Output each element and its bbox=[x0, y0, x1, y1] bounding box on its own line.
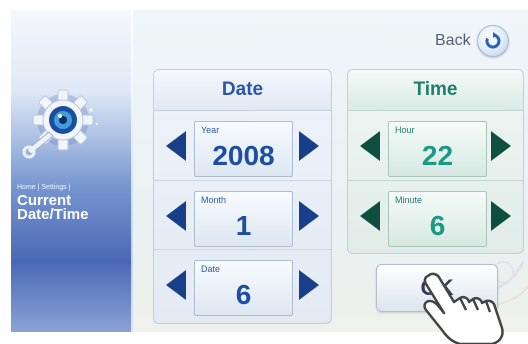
breadcrumb[interactable]: Home | Settings | bbox=[17, 184, 70, 191]
date-panel-title: Date bbox=[154, 70, 331, 111]
hour-label: Hour bbox=[395, 125, 415, 135]
minute-label: Minute bbox=[395, 195, 423, 205]
minute-decrement-left-arrow-icon[interactable] bbox=[360, 201, 380, 231]
month-label: Month bbox=[201, 195, 227, 205]
minute-increment-right-arrow-icon[interactable] bbox=[491, 201, 511, 231]
pointing-hand-icon bbox=[423, 272, 504, 344]
day-decrement-left-arrow-icon[interactable] bbox=[166, 270, 186, 300]
time-panel-title: Time bbox=[348, 70, 523, 111]
day-field: Date 6 bbox=[194, 260, 293, 316]
minute-field: Minute 6 bbox=[388, 191, 487, 247]
month-field: Month 1 bbox=[194, 191, 293, 247]
month-row: Month 1 bbox=[154, 180, 331, 249]
back-label: Back bbox=[435, 32, 471, 49]
day-label: Date bbox=[201, 264, 221, 274]
day-increment-right-arrow-icon[interactable] bbox=[299, 270, 319, 300]
day-row: Date 6 bbox=[154, 249, 331, 318]
back-button[interactable]: Back bbox=[435, 25, 528, 57]
hour-decrement-left-arrow-icon[interactable] bbox=[360, 131, 380, 161]
hour-field: Hour 22 bbox=[388, 121, 487, 177]
month-increment-right-arrow-icon[interactable] bbox=[299, 201, 319, 231]
time-panel: Time Hour 22 Minute 6 bbox=[347, 69, 524, 254]
month-value: 1 bbox=[235, 210, 252, 241]
hour-row: Hour 22 bbox=[348, 111, 523, 179]
sidebar: Home | Settings | Current Date/Time bbox=[11, 10, 133, 332]
page-title: Current Date/Time bbox=[17, 193, 127, 223]
minute-row: Minute 6 bbox=[348, 180, 523, 249]
day-value: 6 bbox=[235, 279, 252, 310]
date-panel: Date Year 2008 Month 1 Date 6 bbox=[153, 69, 332, 324]
year-increment-right-arrow-icon[interactable] bbox=[299, 131, 319, 161]
settings-gear-wrench-icon bbox=[22, 89, 98, 159]
hour-increment-right-arrow-icon[interactable] bbox=[491, 131, 511, 161]
year-row: Year 2008 bbox=[154, 111, 331, 179]
year-field: Year 2008 bbox=[194, 121, 293, 177]
year-decrement-left-arrow-icon[interactable] bbox=[166, 131, 186, 161]
minute-value: 6 bbox=[429, 210, 446, 241]
page-title-line2: Date/Time bbox=[17, 206, 89, 223]
year-label: Year bbox=[201, 125, 220, 135]
refresh-back-icon[interactable] bbox=[476, 25, 509, 57]
month-decrement-left-arrow-icon[interactable] bbox=[166, 201, 186, 231]
hour-value: 22 bbox=[421, 140, 454, 171]
year-value: 2008 bbox=[212, 140, 275, 171]
